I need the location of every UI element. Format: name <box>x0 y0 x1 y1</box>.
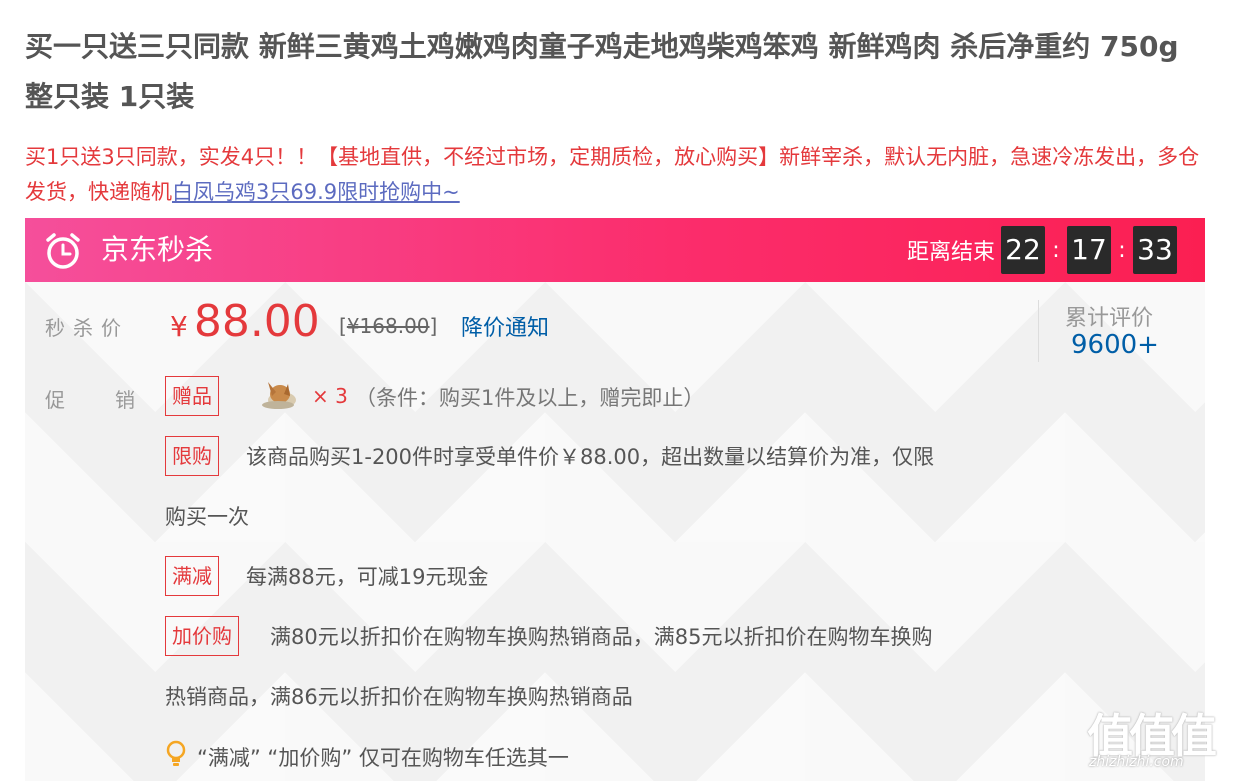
addon-text-line1: 满80元以折扣价在购物车换购热销商品，满85元以折扣价在购物车换购 <box>270 625 933 649</box>
discount-text: 每满88元，可减19元现金 <box>246 565 489 589</box>
price-drop-notify-link[interactable]: 降价通知 <box>461 310 549 342</box>
promo-tip: “满减” “加价购” 仅可在购物车任选其一 <box>197 746 569 770</box>
countdown-label: 距离结束 <box>906 240 995 265</box>
original-price-value: ¥168.00 <box>346 314 430 338</box>
chicken-gift-icon[interactable] <box>258 374 300 414</box>
original-price: [¥168.00] <box>339 314 437 338</box>
review-count-link[interactable]: 9600+ <box>1071 330 1159 360</box>
original-price-close: ] <box>429 314 438 338</box>
gift-tag: 赠品 <box>165 376 219 416</box>
product-subtitle: 买1只送3只同款，实发4只！！【基地直供，不经过市场，定期质检，放心购买】新鲜宰… <box>25 140 1205 210</box>
watermark-url: zhizhizhi.com <box>1089 754 1184 770</box>
price-label: 秒杀价 <box>45 316 129 340</box>
countdown-separator: : <box>1118 237 1126 263</box>
limit-text-line1: 该商品购买1-200件时享受单件价￥88.00，超出数量以结算价为准，仅限 <box>246 445 935 469</box>
subtitle-promo-link[interactable]: 白凤乌鸡3只69.9限时抢购中~ <box>172 180 460 204</box>
review-divider <box>1038 300 1039 362</box>
countdown-timer: 距离结束 22 : 17 : 33 <box>907 225 1177 275</box>
promo-label: 促销 <box>45 388 185 412</box>
gift-count: × 3 <box>312 384 348 408</box>
seckill-title: 京东秒杀 <box>101 233 214 266</box>
discount-tag: 满减 <box>165 556 219 596</box>
price-promo-panel: 秒杀价 ¥88.00 [¥168.00] 降价通知 累计评价 9600+ 促销 … <box>25 282 1205 781</box>
limit-tag: 限购 <box>165 436 219 476</box>
alarm-clock-icon <box>46 233 80 269</box>
seckill-banner: 京东秒杀 距离结束 22 : 17 : 33 <box>25 218 1205 282</box>
countdown-hours: 22 <box>1001 226 1045 274</box>
addon-tag: 加价购 <box>165 616 239 656</box>
countdown-minutes: 17 <box>1067 226 1111 274</box>
site-watermark: 值值值 zhizhizhi.com <box>1085 700 1235 781</box>
countdown-seconds: 33 <box>1133 226 1177 274</box>
review-label: 累计评价 <box>1065 306 1154 331</box>
current-price: ¥88.00 <box>170 292 320 357</box>
gift-condition: （条件：购买1件及以上，赠完即止） <box>355 386 705 410</box>
product-title: 买一只送三只同款 新鲜三黄鸡土鸡嫩鸡肉童子鸡走地鸡柴鸡笨鸡 新鲜鸡肉 杀后净重约… <box>25 30 1179 113</box>
limit-text-line2: 购买一次 <box>165 505 249 529</box>
countdown-separator: : <box>1052 237 1060 263</box>
currency-symbol: ¥ <box>170 310 188 343</box>
original-price-open: [ <box>339 314 347 338</box>
lightbulb-icon <box>166 740 186 766</box>
current-price-value: 88.00 <box>193 296 320 347</box>
addon-text-line2: 热销商品，满86元以折扣价在购物车换购热销商品 <box>165 685 633 709</box>
